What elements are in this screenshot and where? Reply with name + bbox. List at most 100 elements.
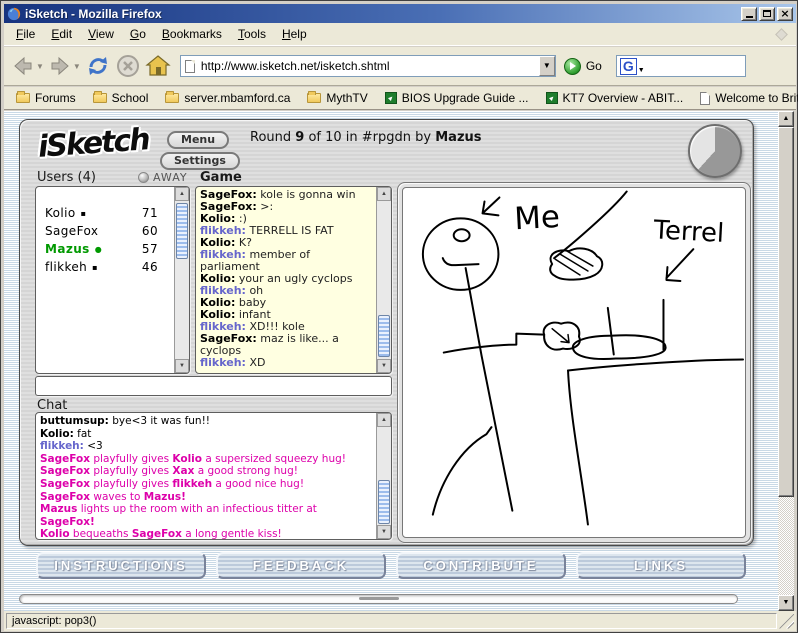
game-chat-scrollbar[interactable]: ▲ ▼ [376,187,391,373]
home-button[interactable] [144,52,172,80]
browser-vertical-scrollbar[interactable]: ▲ ▼ [778,111,794,611]
minimize-button[interactable] [741,7,757,21]
menu-bar: FileEditViewGoBookmarksToolsHelp [4,23,796,46]
throbber-icon [775,28,788,41]
game-menu-button[interactable]: Menu [167,131,229,149]
user-list-scrollbar[interactable]: ▲ ▼ [174,187,189,373]
sketch-mid-line [608,308,614,355]
user-row-sagefox[interactable]: SageFox60 [36,222,189,240]
feedback-button[interactable]: FEEDBACK [216,552,386,579]
menu-tools[interactable]: Tools [230,24,274,44]
bookmark-mythtv[interactable]: MythTV [307,91,367,105]
sketch-line [554,192,627,259]
game-settings-button[interactable]: Settings [160,152,240,170]
forward-dropdown-icon[interactable]: ▼ [73,62,81,71]
scroll-up-button[interactable]: ▲ [778,111,794,127]
scroll-up-button[interactable]: ▲ [377,187,391,201]
user-list: Kolio▪71SageFox60Mazus●57flikkeh▪46 [36,187,189,276]
search-input[interactable] [645,59,742,74]
bookmarks-bar: Forums School server.mbamford.ca MythTV BIOS… [4,87,796,110]
bookmark-welcome-to-britannia[interactable]: Welcome to Britannia... [700,91,798,105]
status-bar: javascript: pop3() [4,611,796,631]
search-engine-dropdown-icon[interactable]: ▼ [638,67,645,74]
scroll-down-button[interactable]: ▼ [778,595,794,611]
resize-grip-icon[interactable] [779,614,794,629]
drawing-canvas[interactable]: Me Terrel [402,187,746,538]
close-button[interactable]: × [777,7,793,21]
links-button[interactable]: LINKS [576,552,746,579]
guess-input[interactable] [35,376,392,396]
window-title: iSketch - Mozilla Firefox [25,7,739,21]
menu-edit[interactable]: Edit [43,24,80,44]
forward-button[interactable]: ▼ [47,53,82,79]
chat-header: Chat [37,398,67,413]
back-button[interactable]: ▼ [10,53,45,79]
page-content: iSketch Menu Settings Round 9 of 10 in #… [4,111,780,611]
menu-view[interactable]: View [80,24,122,44]
user-row-flikkeh[interactable]: flikkeh▪46 [36,258,189,276]
chat-scrollbar[interactable]: ▲ ▼ [376,413,391,539]
chat-line: SageFox playfully gives flikkeh a good n… [40,478,373,491]
stop-icon [115,53,141,79]
menu-help[interactable]: Help [274,24,315,44]
bookmark-forums[interactable]: Forums [16,91,76,105]
menu-file[interactable]: File [8,24,43,44]
chat-line: SageFox playfully gives Xax a good stron… [40,465,373,478]
scroll-down-button[interactable]: ▼ [377,359,391,373]
canvas-label-me: Me [513,199,560,237]
sketch-ground-line [568,360,743,371]
game-header: Game [200,170,242,185]
sketch-arm [444,334,544,353]
round-author: Mazus [435,130,481,145]
title-bar[interactable]: iSketch - Mozilla Firefox × [4,4,796,23]
folder-icon [165,93,179,103]
bookmark-school[interactable]: School [93,91,149,105]
google-icon[interactable]: G [620,58,637,75]
firefox-window: { "window": { "title": "iSketch - Mozill… [0,0,798,633]
bookmark-bios-upgrade-guide[interactable]: BIOS Upgrade Guide ... [385,91,529,105]
stop-button[interactable] [114,52,142,80]
user-status-square-icon: ▪ [81,209,87,218]
contribute-button[interactable]: CONTRIBUTE [396,552,566,579]
go-icon [564,58,581,75]
scroll-up-button[interactable]: ▲ [175,187,189,201]
search-box[interactable]: G ▼ [616,55,746,77]
reload-button[interactable] [84,52,112,80]
url-input[interactable] [199,59,539,73]
away-radio-icon[interactable] [138,172,149,183]
sketch-terrel-arrow [666,249,693,281]
bookmark-server-mbamford-ca[interactable]: server.mbamford.ca [165,91,290,105]
site-icon [385,92,397,104]
back-dropdown-icon[interactable]: ▼ [36,62,44,71]
menu-bookmarks[interactable]: Bookmarks [154,24,230,44]
maximize-button[interactable] [759,7,775,21]
game-chat-line: flikkeh: XD [200,357,373,369]
chat-line: Mazus lights up the room with an infecti… [40,503,373,528]
scroll-thumb[interactable] [778,127,794,497]
scroll-thumb[interactable] [378,315,390,357]
sketch-oval [573,335,666,359]
away-toggle[interactable]: AWAY [138,171,188,184]
instructions-button[interactable]: INSTRUCTIONS [36,552,206,579]
go-button[interactable]: Go [564,58,602,75]
scroll-thumb[interactable] [378,480,390,524]
scroll-down-button[interactable]: ▼ [175,359,189,373]
game-chat-line: flikkeh: member of parliament [200,249,373,273]
user-row-kolio[interactable]: Kolio▪71 [36,204,189,222]
menu-go[interactable]: Go [122,24,154,44]
user-row-mazus[interactable]: Mazus●57 [36,240,189,258]
url-dropdown-button[interactable]: ▼ [539,56,555,76]
chat-messages: buttumsup: bye<3 it was fun!!Kolio: fatf… [36,413,377,540]
scroll-down-button[interactable]: ▼ [377,525,391,539]
bottom-slider[interactable] [19,594,738,604]
slider-handle-icon[interactable] [359,597,399,600]
scroll-up-button[interactable]: ▲ [377,413,391,427]
status-text: javascript: pop3() [6,613,777,629]
maximize-icon [763,10,771,17]
chat-line: buttumsup: bye<3 it was fun!! [40,415,373,428]
bookmark-kt7-overview-abit[interactable]: KT7 Overview - ABIT... [546,91,684,105]
scroll-thumb[interactable] [176,203,188,259]
url-bar[interactable]: ▼ [180,55,556,77]
user-list-box: Kolio▪71SageFox60Mazus●57flikkeh▪46 ▲ ▼ [35,186,190,374]
sketch-eye [454,229,470,241]
